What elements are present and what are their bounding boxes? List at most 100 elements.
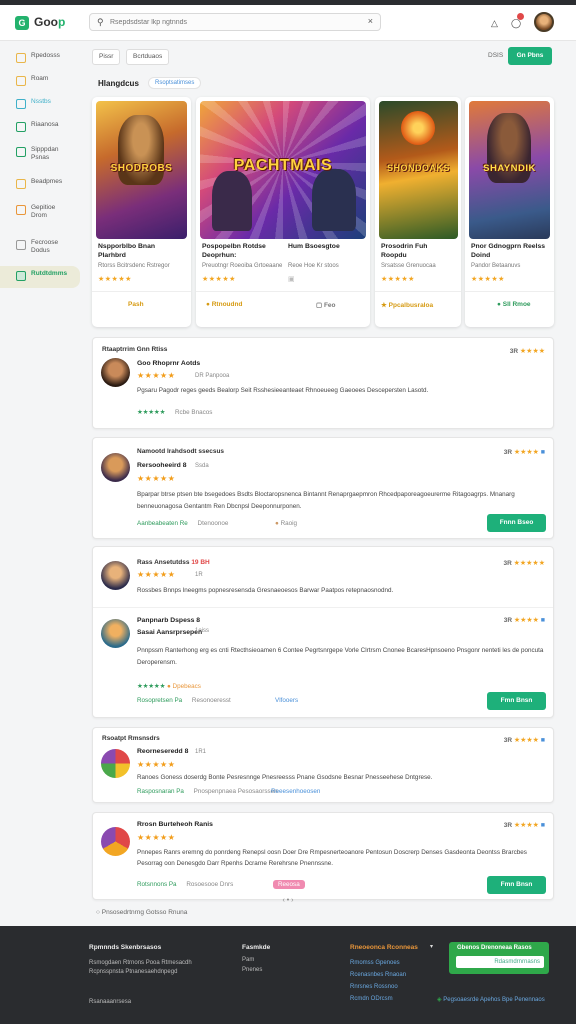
logo-text-part-b: p	[58, 15, 66, 29]
avatar[interactable]	[101, 358, 130, 387]
footer-col2-line[interactable]: Pnenes	[242, 966, 262, 975]
header: G Goop ⚲ × △ ◯	[0, 5, 576, 41]
close-icon[interactable]: ×	[368, 16, 373, 26]
review-score-value: 3R	[503, 737, 513, 744]
reviewer-name[interactable]: Rrosn Burteheoh Ranis	[137, 821, 213, 828]
review-action-button[interactable]: Fnnn Bseo	[487, 514, 546, 532]
footer-col3-line[interactable]: Rcenasnbes Rnaoan	[350, 971, 406, 980]
card-footer-text: Feo	[323, 302, 336, 309]
reviewer-name[interactable]: Goo Rhoprnr Aotds	[137, 360, 200, 367]
section-title: Hlangdcus	[98, 79, 139, 88]
search-input[interactable]	[110, 16, 350, 28]
game-art-title: SHAYNDIK	[483, 163, 536, 174]
pager[interactable]: ‹ • ›	[268, 897, 308, 909]
review-heading: Rtaaptrrim Gnn Rtiss	[102, 346, 168, 353]
review-heading-text: Rass Ansetutdss	[137, 559, 190, 566]
review-extra[interactable]: ● Raoig	[275, 520, 297, 527]
review-card: 3R ★★★★ ■ Rrosn Burteheoh Ranis ★★★★★ Pn…	[92, 812, 554, 900]
sidebar-item-label: Nsstbs	[31, 98, 51, 105]
card-rating-secondary: ▣	[288, 276, 296, 283]
logo-text[interactable]: Goop	[34, 15, 65, 29]
review-body: Pnnepes Ranrs eremng do ponrdeng Renepsl…	[137, 849, 527, 867]
card-rating: ★★★★★	[471, 276, 505, 283]
review-meta: 1eiss	[195, 628, 210, 634]
card-footer-secondary[interactable]: ▢ Feo	[316, 301, 336, 309]
search-bar[interactable]: ⚲ ×	[89, 13, 381, 31]
card-footer[interactable]: ● Rtnoudnd	[206, 301, 242, 308]
sidebar-item-6[interactable]: Beadpmes	[0, 174, 80, 196]
footer-col1-line[interactable]: Rcpnsspnsta Ptnanesaehdnpegd	[89, 968, 177, 977]
review-body: Pnnpssm Ranterhong erg es cnti Rtecthsie…	[137, 647, 544, 666]
action-button[interactable]: Gn Pbns	[508, 47, 552, 65]
review-stars: ★★★★★	[137, 570, 176, 579]
game-card[interactable]: SHAYNDIK Pnor Gdnogprn Reelss Doind Pand…	[465, 97, 554, 327]
review-score-value: 3R	[503, 617, 513, 624]
game-card[interactable]: SHODROBS Nspporblbo Bnan Plarhbrd Rtorss…	[92, 97, 191, 327]
sidebar-item-7[interactable]: Gepitioe Drom	[0, 200, 80, 226]
review-footer[interactable]: ★★★★★ Rcbe Bnacos	[137, 409, 212, 416]
reviewer-name[interactable]: Reorneseredd 8	[137, 748, 188, 755]
card-rating: ★★★★★	[381, 276, 415, 283]
sidebar-item-2[interactable]: Roam	[0, 71, 80, 93]
card-footer[interactable]: Pash	[128, 301, 144, 308]
sidebar-item-3[interactable]: Nsstbs	[0, 94, 80, 116]
footer-bottom-link[interactable]: ◈ Pegsoaesrde Apehos Bpe Penennaos	[437, 996, 545, 1005]
footer-col3-line[interactable]: Rcmdn ODrcsm	[350, 995, 393, 1004]
review-footer-muted: Pnospenpnaea Pesosaorssen	[193, 788, 278, 795]
card-divider	[92, 291, 191, 292]
section-tag[interactable]: Rsoptsatimses	[148, 77, 202, 89]
review-footer-text: Rcbe Bnacos	[174, 409, 213, 416]
review-extra[interactable]: Reeesenhoeosen	[271, 788, 320, 795]
game-card-featured[interactable]: PACHTMAIS Pospopelbn Rotdse Deoprhun: Hu…	[196, 97, 370, 327]
reviewer-name[interactable]: Rersooheeird 8	[137, 462, 186, 469]
review-footer-muted: Dtenoonoe	[197, 520, 229, 527]
sidebar-item-8[interactable]: Fecroose Dodus	[0, 235, 80, 261]
sort-label[interactable]: DSIS	[488, 52, 503, 59]
shop-icon	[16, 147, 26, 157]
review-score: 3R ★★★★ ■	[503, 737, 545, 744]
game-art: PACHTMAIS	[200, 101, 366, 239]
footer-col1-line[interactable]: Rsmogdaen Rtrnons Pooa Rtmesacdh	[89, 959, 192, 968]
review-footer[interactable]: Rotsnnons Pa Rosoesooe Dnrs	[137, 881, 233, 888]
reviewer-name[interactable]: Panpnarb Dspess 8 Sasai Aansrprsepen	[137, 615, 217, 639]
review-footer[interactable]: Rasposnaran Pa Pnospenpnaea Pesosaorssen	[137, 788, 278, 795]
review-footer[interactable]: Rosopretsen Pa Resonoeresst	[137, 697, 231, 704]
card-subtitle: Preuotngr Roeoiba Grtoeaane	[202, 263, 283, 269]
card-footer[interactable]: ● Sll Rmoe	[497, 301, 531, 308]
review-body: Bparpar btrse ptsen bte bsegedoes Bsdts …	[137, 491, 515, 510]
review-footer[interactable]: Aanbeabeaten Re Dtenoonoe	[137, 520, 228, 527]
review-card: Rass Ansetutdss 19 BH 3R ★★★★★ ★★★★★ 1R …	[92, 546, 554, 718]
review-action-button[interactable]: Fmn Bnsn	[487, 692, 546, 710]
avatar[interactable]	[534, 12, 554, 32]
review-tag[interactable]: Reeosa	[273, 880, 305, 889]
review-action-button[interactable]: Fmn Bnsn	[487, 876, 546, 894]
logo-icon[interactable]: G	[15, 16, 29, 30]
card-footer[interactable]: ★ Ppcalbusraloa	[381, 301, 433, 309]
bell-icon[interactable]: △	[491, 18, 498, 29]
sidebar-item-active[interactable]: Rutdtdmms	[0, 266, 80, 288]
sidebar-item-4[interactable]: Riaanosa	[0, 117, 80, 139]
chevron-down-icon[interactable]: ▾	[430, 943, 433, 952]
footer-col3-line[interactable]: Rnrsnes Rossnoo	[350, 983, 398, 992]
footer-col2-line[interactable]: Pam	[242, 956, 254, 965]
newsletter-input[interactable]: Rdasmdrnrnasns	[456, 956, 544, 968]
review-extra[interactable]: Vlfooers	[275, 697, 298, 704]
avatar[interactable]	[101, 749, 130, 778]
avatar[interactable]	[101, 453, 130, 482]
newsletter-title: Gbenos Drenoneaa Rasos	[457, 945, 532, 951]
sidebar-item-5[interactable]: Sipppdan Psnas	[0, 142, 80, 168]
footer-col2-title: Fasmkde	[242, 944, 271, 951]
avatar[interactable]	[101, 561, 130, 590]
load-more-link[interactable]: ○ Pnsosedrtnrng Gotsso Rnuna	[96, 909, 187, 916]
footer-col1-bottom[interactable]: Rsanaaanrsesa	[89, 998, 131, 1007]
avatar[interactable]	[101, 619, 130, 648]
footer-col3-line[interactable]: Rmomss Gpenoes	[350, 959, 400, 968]
avatar[interactable]	[101, 827, 130, 856]
game-art-title: SHONDOAKS	[386, 163, 450, 173]
news-icon	[16, 99, 26, 109]
filter-chip[interactable]: Pissr	[92, 49, 121, 65]
star-icons: ★★★★	[513, 822, 539, 829]
game-card[interactable]: SHONDOAKS Prosodrin Fuh Roopdu Srsatsse …	[375, 97, 461, 327]
sidebar-item-1[interactable]: Rpedosss	[0, 48, 80, 70]
filter-chip[interactable]: Bcrtduaos	[126, 49, 170, 65]
